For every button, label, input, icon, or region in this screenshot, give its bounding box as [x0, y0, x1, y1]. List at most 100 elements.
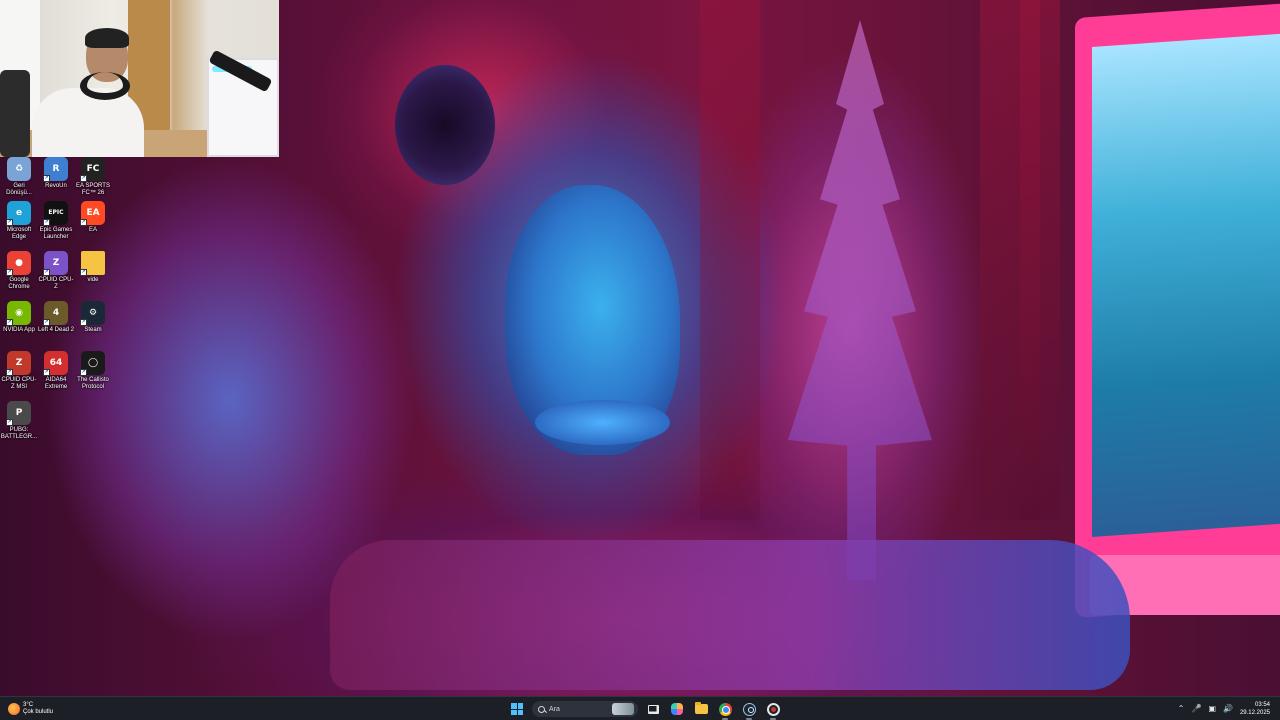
desktop-icon[interactable]: R ↗ RevoUn — [37, 157, 75, 190]
file-explorer-button[interactable] — [692, 700, 710, 718]
desktop-icon[interactable]: 4 ↗ Left 4 Dead 2 — [37, 301, 75, 334]
task-view-icon — [647, 704, 659, 714]
taskbar: 3°C Çok bulutlu Ara ⌃ 🎤 ▣ 🔊 03:54 29.12.… — [0, 696, 1280, 720]
folder-icon: ↗ — [80, 251, 105, 276]
desktop-icon[interactable]: ◯ ↗ The Callisto Protocol — [74, 351, 112, 391]
desktop-icon-label: The Callisto Protocol — [77, 377, 109, 390]
steam-icon: ⚙ ↗ — [80, 301, 105, 326]
desktop-icon[interactable]: ● ↗ Google Chrome — [0, 251, 38, 291]
shortcut-arrow-icon: ↗ — [6, 369, 13, 376]
cpu-z-icon: Z ↗ — [43, 251, 68, 276]
desktop-icon-label: PUBG: BATTLEGR... — [0, 427, 38, 440]
desktop-icon-label: NVIDIA App — [3, 327, 35, 333]
search-icon — [538, 705, 545, 713]
desktop-icon-label: CPUID CPU-Z — [38, 277, 74, 290]
weather-condition: Çok bulutlu — [23, 709, 54, 715]
shortcut-arrow-icon: ↗ — [80, 369, 87, 376]
desktop-icon[interactable]: Z ↗ CPUID CPU-Z — [37, 251, 75, 291]
copilot-button[interactable] — [668, 700, 686, 718]
desktop-icon[interactable]: EPIC ↗ Epic Games Launcher — [37, 201, 75, 241]
pubg-icon: P ↗ — [6, 401, 31, 426]
desktop-icon-label: RevoUn — [45, 183, 67, 189]
desktop-icon-label: Steam — [84, 327, 102, 333]
shortcut-arrow-icon: ↗ — [43, 319, 50, 326]
ea-sports-fc-icon: FC ↗ — [80, 157, 105, 182]
shortcut-arrow-icon: ↗ — [43, 269, 50, 276]
volume-icon[interactable]: 🔊 — [1223, 704, 1233, 714]
wallpaper-gorilla-arm — [330, 540, 1130, 690]
shortcut-arrow-icon: ↗ — [80, 219, 87, 226]
desktop-icon-label: Microsoft Edge — [6, 227, 32, 240]
desktop-icon[interactable]: FC ↗ EA SPORTS FC™ 26 — [74, 157, 112, 197]
callisto-taskbar-button[interactable] — [764, 700, 782, 720]
shortcut-arrow-icon: ↗ — [80, 175, 87, 182]
steam-taskbar-button[interactable] — [740, 700, 758, 720]
system-tray: ⌃ 🎤 ▣ 🔊 03:54 29.12.2025 — [1178, 697, 1280, 720]
epic-games-icon: EPIC ↗ — [43, 201, 68, 226]
desktop-icon-label: AIDA64 Extreme — [44, 377, 68, 390]
shortcut-arrow-icon: ↗ — [43, 219, 50, 226]
desktop-icon-label: Epic Games Launcher — [39, 227, 73, 240]
shortcut-arrow-icon: ↗ — [6, 219, 13, 226]
aida64-icon: 64 ↗ — [43, 351, 68, 376]
revo-uninstaller-icon: R ↗ — [43, 157, 68, 182]
weather-icon — [8, 703, 20, 715]
chrome-taskbar-button[interactable] — [716, 700, 734, 720]
shortcut-arrow-icon: ↗ — [80, 319, 87, 326]
webcam-overlay — [0, 0, 279, 157]
copilot-icon — [671, 703, 683, 715]
desktop-icon[interactable]: 64 ↗ AIDA64 Extreme — [37, 351, 75, 391]
clock[interactable]: 03:54 29.12.2025 — [1240, 701, 1270, 717]
headphones-icon — [80, 72, 130, 100]
wallpaper-monitor-screen — [1092, 33, 1280, 537]
callisto-icon — [766, 702, 780, 716]
wallpaper-gorilla-mouth — [535, 400, 670, 445]
steam-icon — [742, 702, 756, 716]
shortcut-arrow-icon: ↗ — [43, 175, 50, 182]
cpu-z-msi-icon: Z ↗ — [6, 351, 31, 376]
chrome-icon: ● ↗ — [6, 251, 31, 276]
folder-icon — [694, 702, 708, 714]
desktop-icon[interactable]: ⚙ ↗ Steam — [74, 301, 112, 334]
desktop-icon-label: EA SPORTS FC™ 26 — [76, 183, 110, 196]
shortcut-arrow-icon: ↗ — [80, 269, 87, 276]
desktop-icon[interactable]: e ↗ Microsoft Edge — [0, 201, 38, 241]
chevron-up-icon[interactable]: ⌃ — [1178, 704, 1185, 714]
desktop-icon-label: Geri Dönüşü... — [6, 183, 32, 196]
recycle-bin-icon: ♻ — [7, 157, 31, 181]
left-4-dead-icon: 4 ↗ — [43, 301, 68, 326]
desktop-icon-label: CPUID CPU-Z MSI — [1, 377, 37, 390]
chrome-icon — [718, 702, 732, 716]
edge-icon: e ↗ — [6, 201, 31, 226]
shortcut-arrow-icon: ↗ — [6, 319, 13, 326]
desktop-icon-label: vide — [87, 277, 99, 283]
desktop-icon[interactable]: P ↗ PUBG: BATTLEGR... — [0, 401, 38, 441]
weather-widget[interactable]: 3°C Çok bulutlu — [8, 700, 53, 718]
taskbar-center: Ara — [508, 699, 782, 720]
weather-temperature: 3°C — [23, 702, 34, 708]
shortcut-arrow-icon: ↗ — [6, 269, 13, 276]
search-highlight-image — [612, 703, 634, 715]
search-placeholder: Ara — [549, 705, 560, 713]
desktop-icon[interactable]: Z ↗ CPUID CPU-Z MSI — [0, 351, 38, 391]
start-button[interactable] — [508, 700, 526, 718]
network-icon[interactable]: ▣ — [1208, 704, 1216, 714]
desktop-icon-label: Google Chrome — [8, 277, 30, 290]
desktop-icon[interactable]: ♻ Geri Dönüşü... — [0, 157, 38, 197]
clock-date: 29.12.2025 — [1239, 710, 1270, 716]
windows-icon — [511, 703, 523, 715]
desktop-icon[interactable]: ◉ ↗ NVIDIA App — [0, 301, 38, 334]
nvidia-icon: ◉ ↗ — [6, 301, 31, 326]
desktop-icon-label: Left 4 Dead 2 — [37, 327, 75, 333]
task-view-button[interactable] — [644, 700, 662, 718]
desktop-icon[interactable]: EA ↗ EA — [74, 201, 112, 234]
clock-time: 03:54 — [1254, 702, 1270, 708]
ea-icon: EA ↗ — [80, 201, 105, 226]
desktop-icon-label: EA — [88, 227, 97, 233]
shortcut-arrow-icon: ↗ — [43, 369, 50, 376]
wallpaper-gorilla-ear — [395, 65, 495, 185]
desktop-icon[interactable]: ↗ vide — [74, 251, 112, 284]
search-box[interactable]: Ara — [532, 701, 638, 717]
microphone-icon[interactable]: 🎤 — [1191, 704, 1201, 714]
wallpaper-tree — [788, 20, 932, 580]
